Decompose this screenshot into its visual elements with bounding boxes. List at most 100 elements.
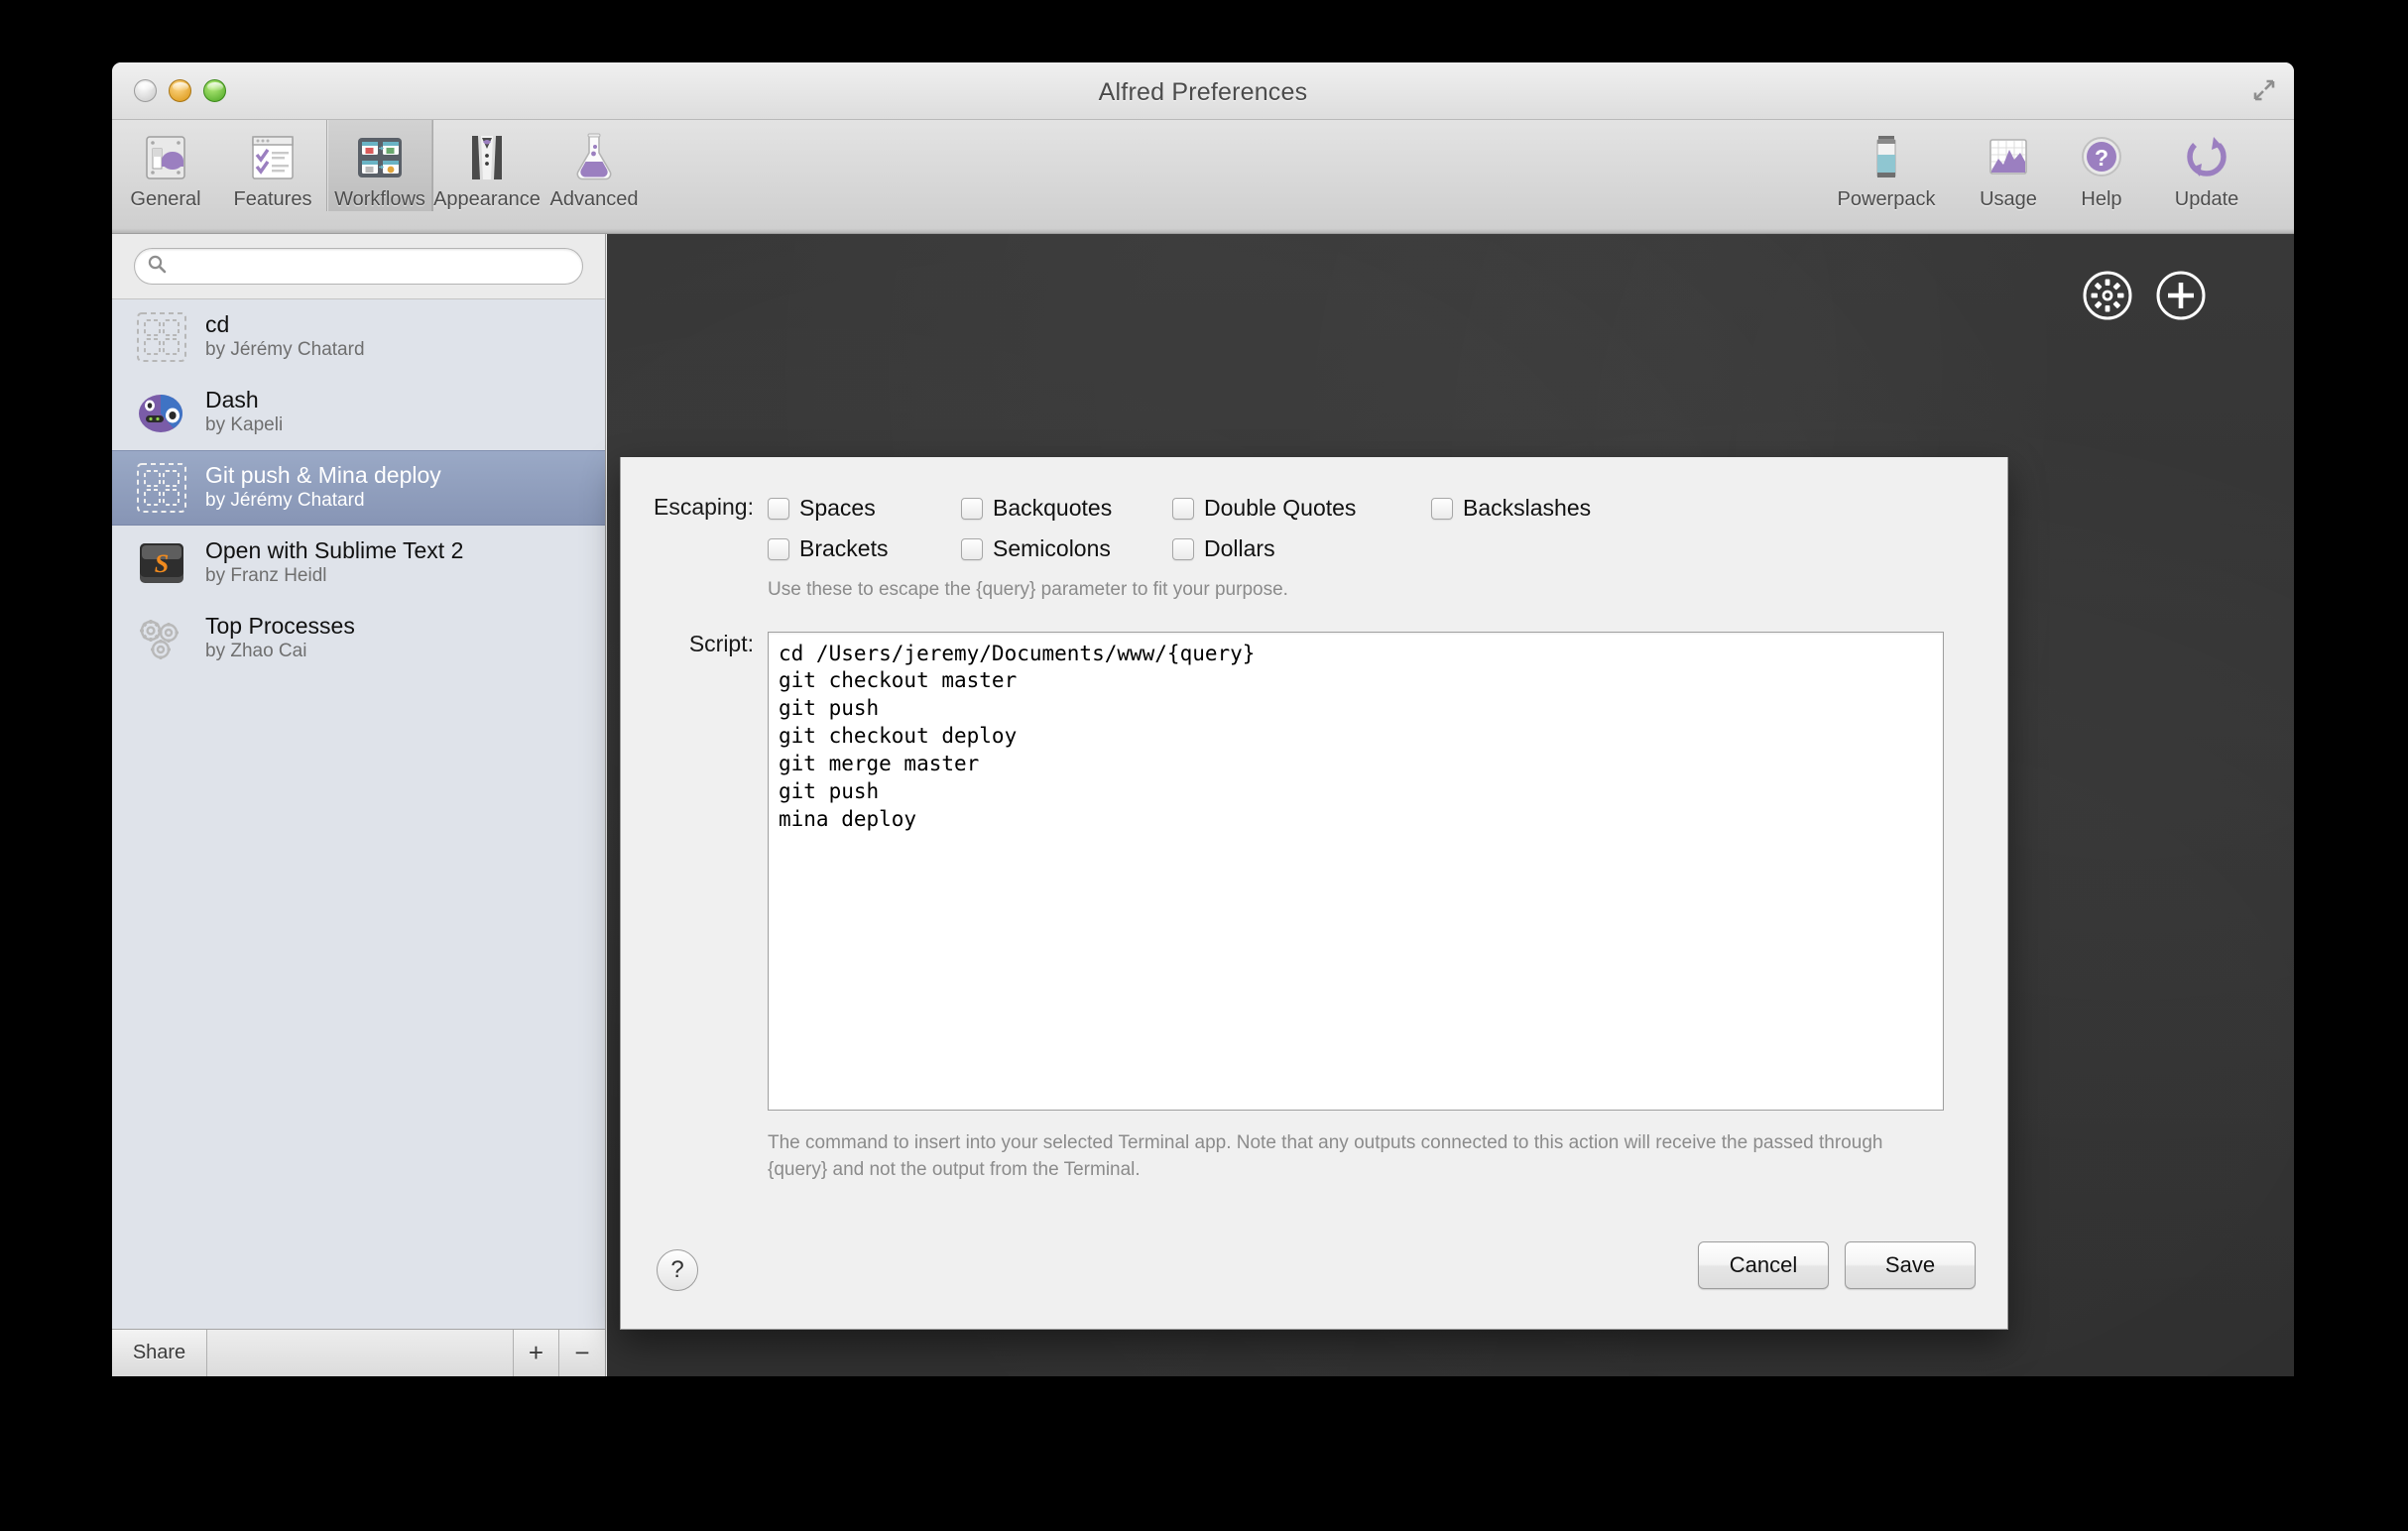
window-titlebar: Alfred Preferences — [112, 62, 2294, 120]
toolbar-item-label: Usage — [1980, 188, 2037, 210]
chart-icon — [1980, 129, 2037, 186]
checkbox-box[interactable] — [768, 497, 789, 520]
script-row: Script: The command to insert into your … — [621, 631, 2007, 1184]
script-field-group: The command to insert into your selected… — [768, 631, 1944, 1184]
workflow-name: Dash — [205, 387, 259, 413]
checkbox-double-quotes[interactable]: Double Quotes — [1172, 495, 1431, 522]
toolbar-item-help[interactable]: ? Help — [2056, 120, 2147, 211]
search-bar — [112, 234, 605, 299]
workflow-item-texts: Open with Sublime Text 2 by Franz Heidl — [205, 537, 463, 588]
workflow-list: cd by Jérémy Chatard Dash by Kapeli Git … — [112, 299, 605, 1329]
checkbox-dollars[interactable]: Dollars — [1172, 535, 1275, 562]
checkbox-label: Brackets — [799, 535, 889, 561]
gear-circle-icon[interactable] — [2082, 270, 2133, 321]
plus-circle-icon[interactable] — [2155, 270, 2207, 321]
toolbar-item-label: Update — [2174, 188, 2239, 210]
toolbar-item-label: Help — [2081, 188, 2122, 210]
workflow-name: Git push & Mina deploy — [205, 462, 441, 489]
checkbox-backslashes[interactable]: Backslashes — [1431, 495, 1591, 522]
search-icon — [147, 254, 167, 279]
cancel-button[interactable]: Cancel — [1698, 1241, 1829, 1289]
question-circle-icon: ? — [2073, 129, 2130, 186]
checkbox-box[interactable] — [961, 497, 983, 520]
canvas-toolbar — [2082, 270, 2207, 321]
workflow-name: cd — [205, 311, 230, 338]
checkbox-box[interactable] — [1172, 537, 1194, 560]
preferences-toolbar: General Features Workflows Appearance Ad… — [112, 120, 2294, 234]
general-icon — [137, 129, 194, 186]
placeholder-grid-icon — [134, 309, 189, 365]
workflow-list-item[interactable]: Dash by Kapeli — [112, 375, 605, 450]
workflow-sidebar: cd by Jérémy Chatard Dash by Kapeli Git … — [112, 234, 606, 1376]
sublime-text-icon: S — [134, 535, 189, 591]
escaping-group: Spaces Backquotes Double Quotes Backslas… — [768, 495, 1591, 604]
toolbar-item-usage[interactable]: Usage — [1961, 120, 2056, 211]
refresh-icon — [2178, 129, 2235, 186]
checkbox-label: Backslashes — [1463, 495, 1592, 521]
workflow-item-texts: Top Processes by Zhao Cai — [205, 613, 355, 663]
sidebar-footer-spacer — [207, 1330, 514, 1376]
dash-app-icon — [134, 385, 189, 440]
sheet-action-buttons: Cancel Save — [1698, 1241, 1976, 1289]
share-button[interactable]: Share — [112, 1330, 207, 1376]
workflow-item-texts: Dash by Kapeli — [205, 387, 283, 437]
save-button[interactable]: Save — [1845, 1241, 1976, 1289]
workflow-name: Open with Sublime Text 2 — [205, 537, 464, 564]
checkbox-label: Backquotes — [993, 495, 1113, 521]
checkbox-box[interactable] — [1431, 497, 1453, 520]
checkbox-backquotes[interactable]: Backquotes — [961, 495, 1172, 522]
escaping-row-1: Spaces Backquotes Double Quotes Backslas… — [768, 495, 1591, 522]
workflow-item-texts: cd by Jérémy Chatard — [205, 311, 365, 362]
workflow-list-item[interactable]: cd by Jérémy Chatard — [112, 299, 605, 375]
toolbar-tab-label: Appearance — [433, 188, 541, 210]
toolbar-right-group: Powerpack Usage ? Help Update — [1812, 120, 2266, 211]
escaping-row-2: Brackets Semicolons Dollars — [768, 535, 1591, 562]
toolbar-item-label: Powerpack — [1837, 188, 1936, 210]
svg-text:?: ? — [2095, 145, 2108, 171]
workflow-author: by Zhao Cai — [205, 640, 307, 661]
checkbox-spaces[interactable]: Spaces — [768, 495, 961, 522]
workflow-list-item[interactable]: S Open with Sublime Text 2 by Franz Heid… — [112, 526, 605, 601]
toolbar-tab-advanced[interactable]: Advanced — [541, 120, 648, 211]
toolbar-tab-features[interactable]: Features — [219, 120, 326, 211]
fullscreen-arrows-icon[interactable] — [2250, 76, 2278, 104]
checkbox-label: Dollars — [1204, 535, 1275, 561]
workflows-icon — [351, 129, 409, 186]
gears-icon — [134, 611, 189, 666]
remove-workflow-button[interactable]: − — [559, 1330, 605, 1376]
alfred-preferences-window: Alfred Preferences General Features Work… — [112, 62, 2294, 1376]
toolbar-item-update[interactable]: Update — [2147, 120, 2266, 211]
workflow-list-item[interactable]: Top Processes by Zhao Cai — [112, 601, 605, 676]
checkbox-box[interactable] — [768, 537, 789, 560]
workflow-item-texts: Git push & Mina deploy by Jérémy Chatard — [205, 462, 441, 513]
toolbar-tab-general[interactable]: General — [112, 120, 219, 211]
checkbox-semicolons[interactable]: Semicolons — [961, 535, 1172, 562]
checkbox-box[interactable] — [1172, 497, 1194, 520]
advanced-icon — [565, 129, 623, 186]
svg-text:S: S — [155, 549, 169, 578]
workflow-author: by Kapeli — [205, 413, 284, 435]
toolbar-tab-appearance[interactable]: Appearance — [433, 120, 541, 211]
checkbox-label: Semicolons — [993, 535, 1111, 561]
script-textarea[interactable] — [768, 631, 1944, 1111]
workflow-author: by Jérémy Chatard — [205, 338, 365, 360]
toolbar-item-powerpack[interactable]: Powerpack — [1812, 120, 1961, 211]
help-button[interactable]: ? — [657, 1249, 698, 1291]
toolbar-tab-label: Advanced — [549, 188, 639, 210]
terminal-action-sheet: Escaping: Spaces Backquotes Double Quote… — [620, 457, 2008, 1330]
workflow-list-item-selected[interactable]: Git push & Mina deploy by Jérémy Chatard — [112, 450, 605, 526]
checkbox-brackets[interactable]: Brackets — [768, 535, 961, 562]
content-area: cd by Jérémy Chatard Dash by Kapeli Git … — [112, 234, 2294, 1376]
script-hint: The command to insert into your selected… — [768, 1131, 1883, 1181]
search-input[interactable] — [175, 255, 570, 278]
toolbar-tab-workflows[interactable]: Workflows — [326, 120, 433, 211]
search-field[interactable] — [134, 248, 583, 285]
battery-icon — [1858, 129, 1915, 186]
toolbar-tab-label: Features — [233, 188, 312, 210]
appearance-icon — [458, 129, 516, 186]
sidebar-footer: Share + − — [112, 1329, 605, 1376]
add-workflow-button[interactable]: + — [514, 1330, 559, 1376]
escaping-checkbox-grid: Spaces Backquotes Double Quotes Backslas… — [768, 495, 1591, 562]
checkbox-box[interactable] — [961, 537, 983, 560]
features-icon — [244, 129, 301, 186]
